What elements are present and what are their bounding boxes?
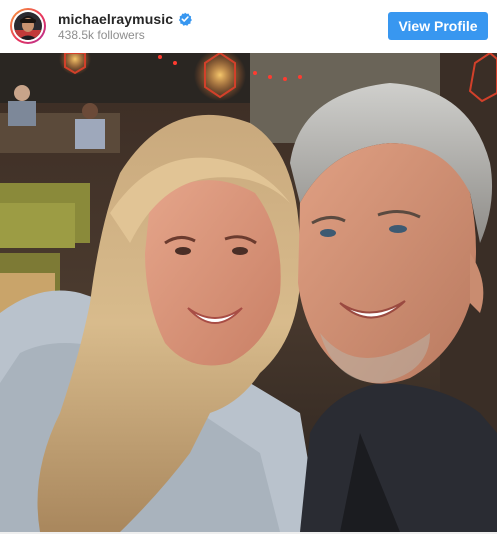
avatar-ring [12, 10, 44, 42]
verified-badge-icon [179, 12, 193, 26]
profile-avatar[interactable] [10, 8, 46, 44]
username-link[interactable]: michaelraymusic [58, 11, 173, 27]
instagram-embed-card: michaelraymusic 438.5k followers View Pr… [0, 0, 497, 534]
view-profile-button[interactable]: View Profile [388, 12, 488, 40]
post-header: michaelraymusic 438.5k followers View Pr… [0, 0, 497, 52]
username-row: michaelraymusic [58, 10, 193, 28]
avatar-photo [14, 12, 42, 40]
followers-count: 438.5k followers [58, 28, 145, 42]
post-photo[interactable] [0, 53, 497, 532]
